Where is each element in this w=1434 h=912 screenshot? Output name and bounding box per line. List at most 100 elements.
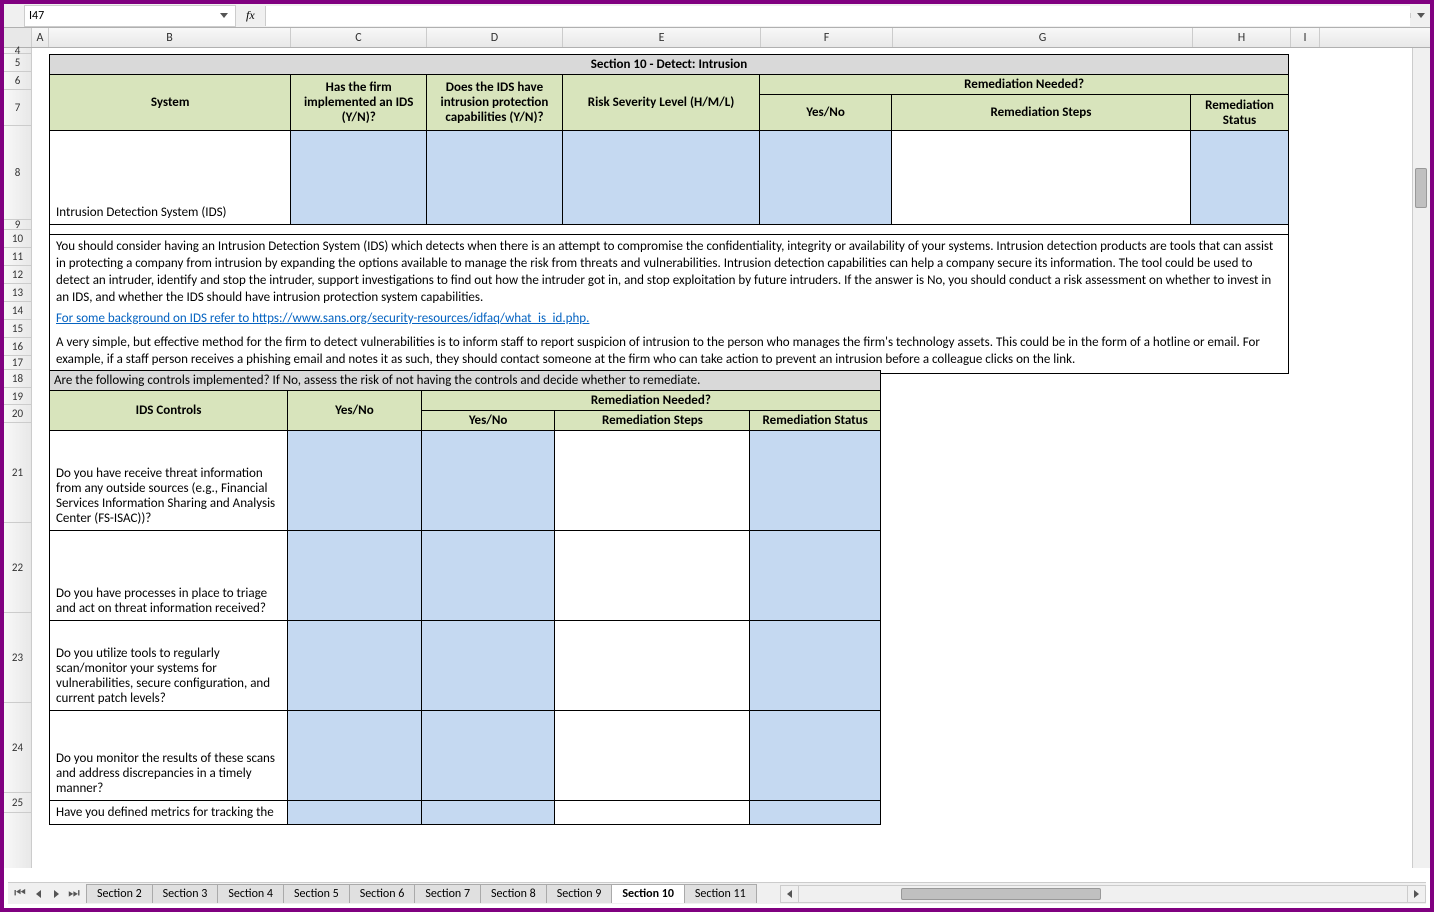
cell-rem-yes-no[interactable]	[760, 131, 892, 225]
column-header-b[interactable]: B	[49, 28, 291, 47]
cell-rem-yes-no[interactable]	[421, 711, 555, 801]
row-header-24[interactable]: 24	[4, 703, 31, 793]
header-remediation-needed: Remediation Needed?	[760, 75, 1289, 95]
sheet-content[interactable]: Section 10 - Detect: Intrusion System Ha…	[32, 48, 1430, 868]
cell-rem-steps[interactable]	[555, 621, 750, 711]
cell-yes-no[interactable]	[288, 711, 422, 801]
cell-rem-steps[interactable]	[555, 531, 750, 621]
tab-section-9[interactable]: Section 9	[546, 884, 613, 903]
column-header-h[interactable]: H	[1193, 28, 1291, 47]
cell-system-name[interactable]: Intrusion Detection System (IDS)	[50, 131, 291, 225]
cell-rem-steps[interactable]	[891, 131, 1190, 225]
column-header-i[interactable]: I	[1291, 28, 1320, 47]
row-header-20[interactable]: 20	[4, 405, 31, 423]
table-row: You should consider having an Intrusion …	[50, 235, 1289, 311]
control-question[interactable]: Do you have receive threat information f…	[50, 431, 288, 531]
column-header-c[interactable]: C	[291, 28, 427, 47]
cell-rem-status[interactable]	[750, 711, 881, 801]
header-has-ids: Has the firm implemented an IDS (Y/N)?	[291, 75, 427, 131]
row-header-11[interactable]: 11	[4, 248, 31, 266]
row-header-25[interactable]: 25	[4, 793, 31, 813]
cell-yes-no[interactable]	[288, 621, 422, 711]
control-question[interactable]: Do you monitor the results of these scan…	[50, 711, 288, 801]
tab-section-6[interactable]: Section 6	[349, 884, 416, 903]
tab-first-button[interactable]: ⏮	[12, 886, 28, 902]
column-header-e[interactable]: E	[563, 28, 761, 47]
row-header-19[interactable]: 19	[4, 388, 31, 405]
tab-section-2[interactable]: Section 2	[86, 884, 153, 903]
control-question[interactable]: Do you have processes in place to triage…	[50, 531, 288, 621]
tab-section-4[interactable]: Section 4	[217, 884, 284, 903]
row-header-7[interactable]: 7	[4, 90, 31, 126]
tab-section-10[interactable]: Section 10	[611, 884, 685, 903]
cell-yes-no[interactable]	[288, 531, 422, 621]
row-header-15[interactable]: 15	[4, 320, 31, 338]
tab-section-7[interactable]: Section 7	[414, 884, 481, 903]
horizontal-scrollbar[interactable]	[780, 885, 1426, 903]
cell-has-ids[interactable]	[291, 131, 427, 225]
scroll-thumb[interactable]	[1415, 168, 1427, 208]
cell-rem-yes-no[interactable]	[421, 621, 555, 711]
row-header-5[interactable]: 5	[4, 54, 31, 72]
row-header-23[interactable]: 23	[4, 613, 31, 703]
column-header-f[interactable]: F	[761, 28, 893, 47]
formula-expand-button[interactable]	[1410, 13, 1430, 18]
cell-rem-status[interactable]	[750, 531, 881, 621]
cell-intrusion-protection[interactable]	[427, 131, 563, 225]
control-question[interactable]: Do you utilize tools to regularly scan/m…	[50, 621, 288, 711]
row-header-16[interactable]: 16	[4, 338, 31, 356]
chevron-down-icon	[220, 13, 228, 18]
row-header-12[interactable]: 12	[4, 266, 31, 284]
fx-icon[interactable]: fx	[246, 8, 255, 23]
tab-section-5[interactable]: Section 5	[283, 884, 350, 903]
table-row: Do you have receive threat information f…	[50, 431, 881, 531]
column-headers: ABCDEFGHI	[4, 28, 1430, 48]
cell-risk-level[interactable]	[562, 131, 759, 225]
column-header-d[interactable]: D	[427, 28, 563, 47]
cell-rem-status[interactable]	[750, 621, 881, 711]
row-header-9[interactable]: 9	[4, 220, 31, 230]
ids-reference-link[interactable]: For some background on IDS refer to http…	[56, 311, 589, 326]
row-header-22[interactable]: 22	[4, 523, 31, 613]
row-header-21[interactable]: 21	[4, 423, 31, 523]
tab-section-8[interactable]: Section 8	[480, 884, 547, 903]
sheet-tabs: Section 2Section 3Section 4Section 5Sect…	[86, 884, 756, 903]
cell-rem-yes-no[interactable]	[421, 801, 555, 825]
cell-rem-steps[interactable]	[555, 711, 750, 801]
formula-input[interactable]	[265, 6, 1410, 26]
name-box[interactable]: I47	[24, 5, 236, 27]
column-header-g[interactable]: G	[893, 28, 1193, 47]
cell-rem-yes-no[interactable]	[421, 531, 555, 621]
cell-rem-status[interactable]	[750, 431, 881, 531]
cell-rem-yes-no[interactable]	[421, 431, 555, 531]
chevron-right-icon	[54, 890, 59, 898]
control-question[interactable]: Have you defined metrics for tracking th…	[50, 801, 288, 825]
row-header-8[interactable]: 8	[4, 126, 31, 220]
guidance-paragraph-2: A very simple, but effective method for …	[50, 331, 1289, 373]
row-header-18[interactable]: 18	[4, 370, 31, 388]
scroll-right-button[interactable]	[1407, 886, 1425, 902]
scroll-left-button[interactable]	[781, 886, 799, 902]
tab-next-button[interactable]	[48, 886, 64, 902]
table-row: Do you monitor the results of these scan…	[50, 711, 881, 801]
cell-yes-no[interactable]	[288, 431, 422, 531]
cell-rem-steps[interactable]	[555, 431, 750, 531]
row-header-6[interactable]: 6	[4, 72, 31, 90]
tab-section-11[interactable]: Section 11	[684, 884, 757, 903]
row-header-14[interactable]: 14	[4, 302, 31, 320]
cell-rem-status[interactable]	[1191, 131, 1289, 225]
row-header-13[interactable]: 13	[4, 284, 31, 302]
cell-yes-no[interactable]	[288, 801, 422, 825]
table-row: Have you defined metrics for tracking th…	[50, 801, 881, 825]
row-header-10[interactable]: 10	[4, 230, 31, 248]
tab-last-button[interactable]: ⏭	[66, 886, 82, 902]
tab-prev-button[interactable]	[30, 886, 46, 902]
cell-rem-steps[interactable]	[555, 801, 750, 825]
column-header-a[interactable]: A	[32, 28, 49, 47]
name-box-dropdown[interactable]	[217, 9, 231, 23]
vertical-scrollbar[interactable]	[1412, 48, 1430, 868]
scroll-thumb[interactable]	[901, 888, 1101, 900]
row-header-17[interactable]: 17	[4, 356, 31, 370]
cell-rem-status[interactable]	[750, 801, 881, 825]
tab-section-3[interactable]: Section 3	[152, 884, 219, 903]
